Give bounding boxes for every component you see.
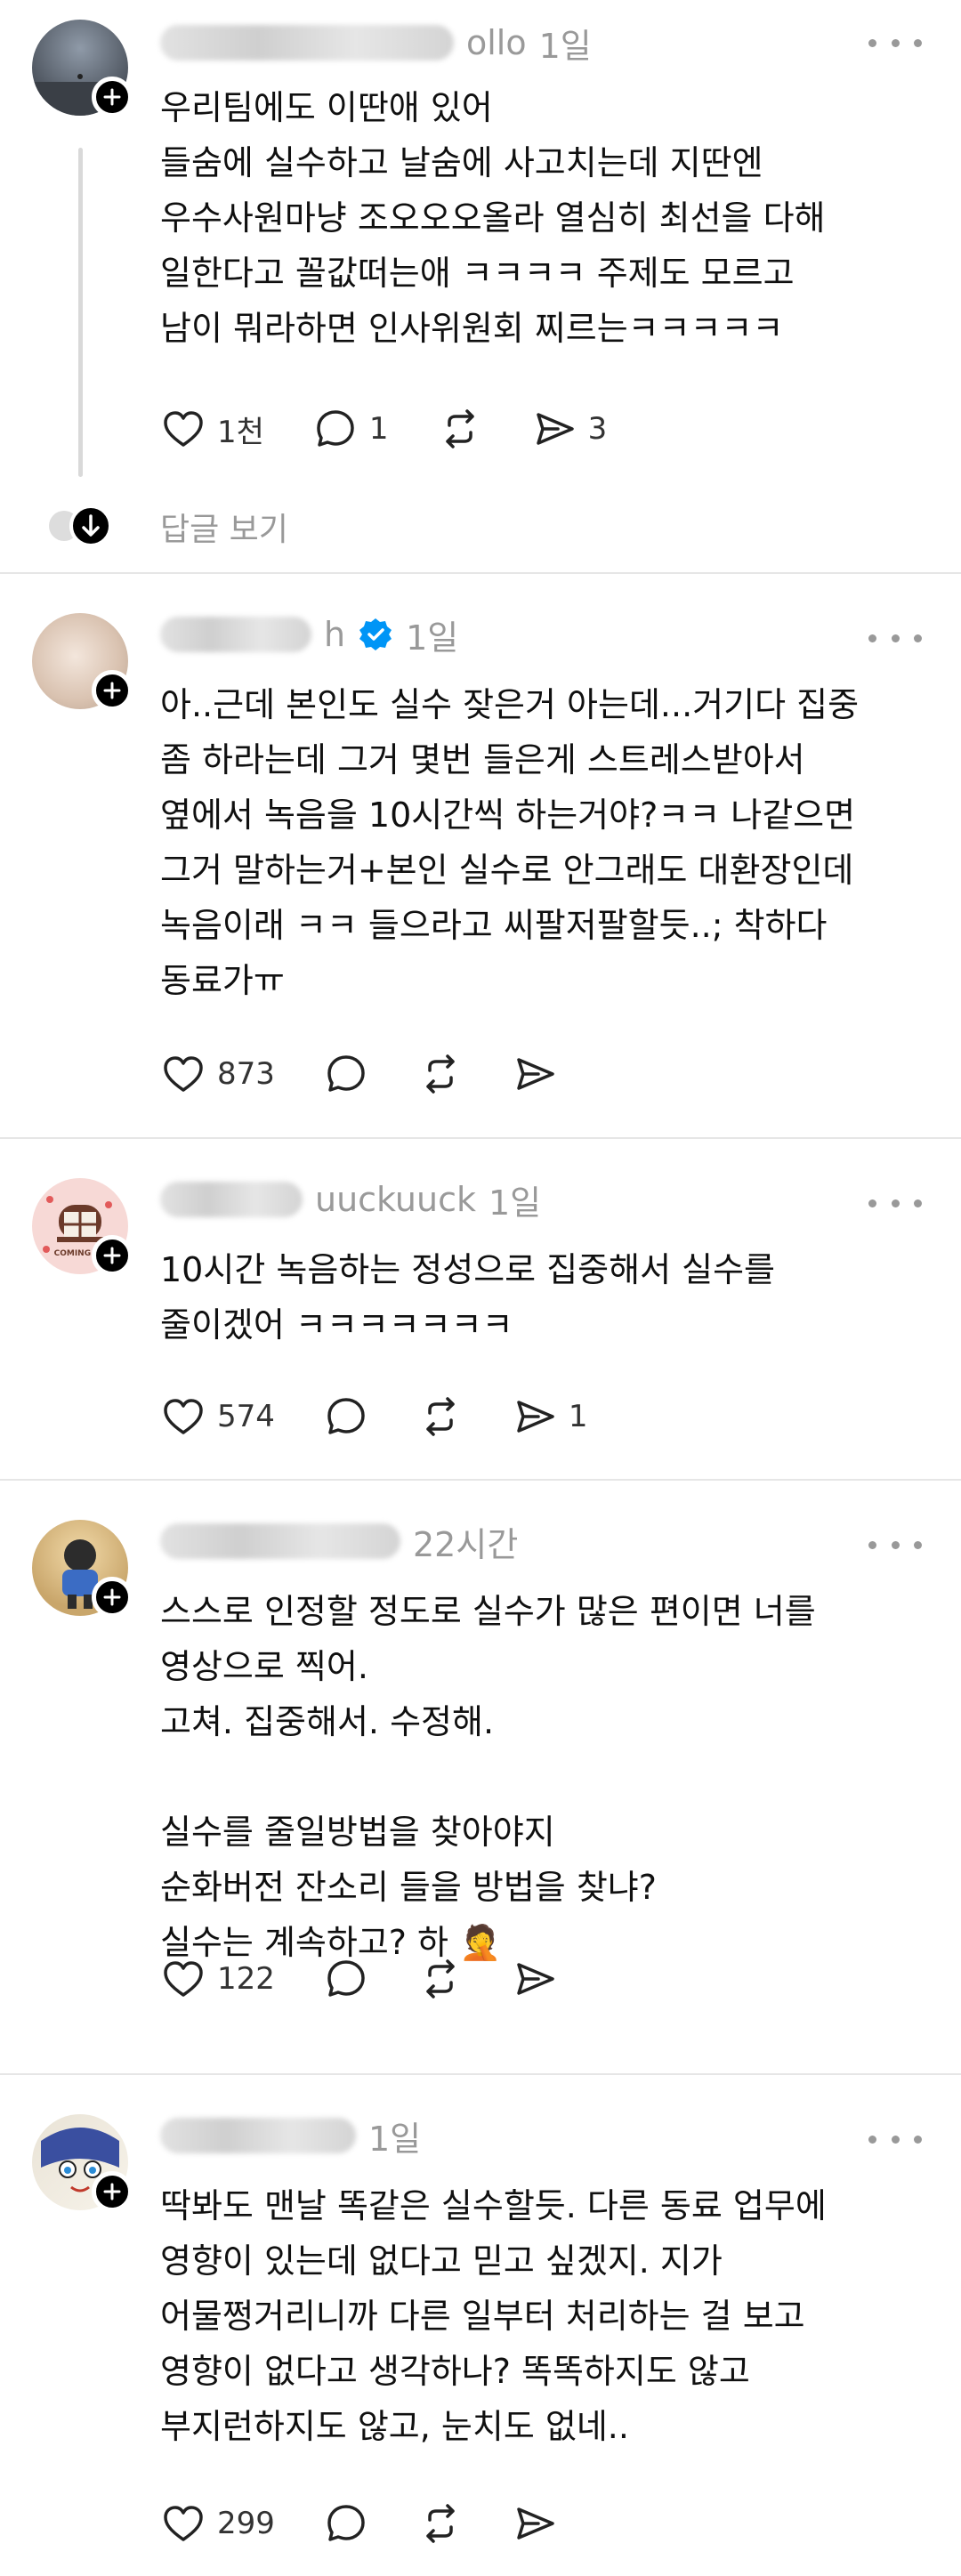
username[interactable]: ollo 1일 <box>160 20 592 66</box>
share-icon <box>517 1963 554 1995</box>
more-icon[interactable] <box>868 620 922 656</box>
like-button[interactable]: 299 <box>160 2500 275 2547</box>
action-bar: 1천 1 3 <box>160 402 655 456</box>
like-button[interactable]: 574 <box>160 1393 275 1440</box>
action-bar: 299 <box>160 2497 606 2550</box>
repost-icon <box>426 1054 455 1094</box>
comment-icon <box>327 1055 365 1092</box>
follow-plus-icon[interactable] <box>92 1235 133 1276</box>
post-5: 1일 딱봐도 맨날 똑같은 실수할듯. 다른 동료 업무에 영향이 있는데 없다… <box>0 2075 961 2576</box>
post-age: 1일 <box>538 26 592 66</box>
share-count: 1 <box>568 1399 588 1434</box>
username-tail: h <box>324 615 346 654</box>
follow-plus-icon[interactable] <box>92 670 133 711</box>
share-icon <box>517 2507 554 2540</box>
share-button[interactable] <box>512 1956 558 2002</box>
share-icon <box>536 413 574 445</box>
username-tail: uuckuuck <box>315 1180 476 1219</box>
heart-icon <box>164 411 203 447</box>
more-icon[interactable] <box>868 1527 922 1563</box>
like-button[interactable]: 1천 <box>160 406 264 452</box>
heart-icon <box>164 2506 203 2541</box>
follow-plus-icon[interactable] <box>92 1577 133 1618</box>
comment-icon <box>327 1960 365 1997</box>
repost-button[interactable] <box>417 1393 464 1440</box>
username-tail: ollo <box>466 23 527 62</box>
verified-badge-icon <box>359 618 392 650</box>
like-count: 122 <box>217 1961 275 1997</box>
repost-icon <box>426 1397 455 1436</box>
share-count: 3 <box>587 411 608 447</box>
like-button[interactable]: 122 <box>160 1956 275 2002</box>
share-button[interactable] <box>512 2500 558 2547</box>
repost-button[interactable] <box>437 406 483 452</box>
action-bar: 122 <box>160 1952 606 2006</box>
comment-button[interactable] <box>323 1956 369 2002</box>
post-text: 스스로 인정할 정도로 실수가 많은 편이면 너를 영상으로 찍어. 고쳐. 집… <box>160 1592 816 1962</box>
share-icon <box>517 1058 554 1090</box>
repost-button[interactable] <box>417 1051 464 1097</box>
action-bar: 574 1 <box>160 1390 636 1443</box>
post-age: 1일 <box>368 2119 422 2159</box>
comment-icon <box>327 2505 365 2541</box>
post-4: 22시간 스스로 인정할 정도로 실수가 많은 편이면 너를 영상으로 찍어. … <box>0 1481 961 2041</box>
comment-count: 1 <box>368 411 389 447</box>
username[interactable]: h 1일 <box>160 611 458 658</box>
post-2: h 1일 아..근데 본인도 실수 잦은거 아는데...거기다 집중 좀 하라는… <box>0 574 961 1148</box>
action-bar: 873 <box>160 1047 606 1101</box>
post-text: 우리팀에도 이딴애 있어 들숨에 실수하고 날숨에 사고치는데 지딴엔 우수사원… <box>160 88 826 348</box>
like-count: 574 <box>217 1399 275 1434</box>
heart-icon <box>164 1961 203 1997</box>
share-button[interactable] <box>512 1051 558 1097</box>
post-text: 아..근데 본인도 실수 잦은거 아는데...거기다 집중 좀 하라는데 그거 … <box>160 685 860 1000</box>
repost-icon <box>445 409 474 448</box>
post-age: 22시간 <box>413 1524 519 1564</box>
reply-avatars <box>46 504 126 548</box>
more-icon[interactable] <box>868 25 922 61</box>
comment-button[interactable] <box>323 1393 369 1440</box>
comment-button[interactable] <box>323 2500 369 2547</box>
like-count: 1천 <box>217 414 264 450</box>
like-count: 873 <box>217 1056 275 1092</box>
comment-button[interactable]: 1 <box>312 406 389 452</box>
like-count: 299 <box>217 2506 275 2541</box>
follow-plus-icon[interactable] <box>92 2171 133 2212</box>
comment-icon <box>317 410 354 447</box>
repost-icon <box>426 2504 455 2543</box>
more-icon[interactable] <box>868 2121 922 2157</box>
post-text: 딱봐도 맨날 똑같은 실수할듯. 다른 동료 업무에 영향이 있는데 없다고 믿… <box>160 2186 827 2446</box>
heart-icon <box>164 1399 203 1434</box>
username[interactable]: uuckuuck 1일 <box>160 1176 541 1223</box>
repost-button[interactable] <box>417 2500 464 2547</box>
username[interactable]: 1일 <box>160 2112 421 2159</box>
view-replies-link[interactable]: 답글 보기 <box>160 504 288 550</box>
post-3: COMING SO uuckuuck 1일 10시간 녹음하는 정성으로 집중해… <box>0 1139 961 1482</box>
comment-icon <box>327 1398 365 1434</box>
post-age: 1일 <box>488 1183 542 1223</box>
post-1: ollo 1일 우리팀에도 이딴애 있어 들숨에 실수하고 날숨에 사고치는데 … <box>0 0 961 574</box>
share-button[interactable]: 3 <box>531 406 608 452</box>
comment-button[interactable] <box>323 1051 369 1097</box>
follow-plus-icon[interactable] <box>92 77 133 117</box>
repost-button[interactable] <box>417 1956 464 2002</box>
repost-icon <box>426 1959 455 1999</box>
post-age: 1일 <box>406 618 459 658</box>
thread-line <box>78 148 83 477</box>
share-icon <box>517 1401 554 1433</box>
heart-icon <box>164 1056 203 1092</box>
like-button[interactable]: 873 <box>160 1051 275 1097</box>
username[interactable]: 22시간 <box>160 1518 518 1564</box>
post-text: 10시간 녹음하는 정성으로 집중해서 실수를 줄이겠어 ㅋㅋㅋㅋㅋㅋㅋ <box>160 1250 775 1345</box>
more-icon[interactable] <box>868 1185 922 1221</box>
share-button[interactable]: 1 <box>512 1393 588 1440</box>
